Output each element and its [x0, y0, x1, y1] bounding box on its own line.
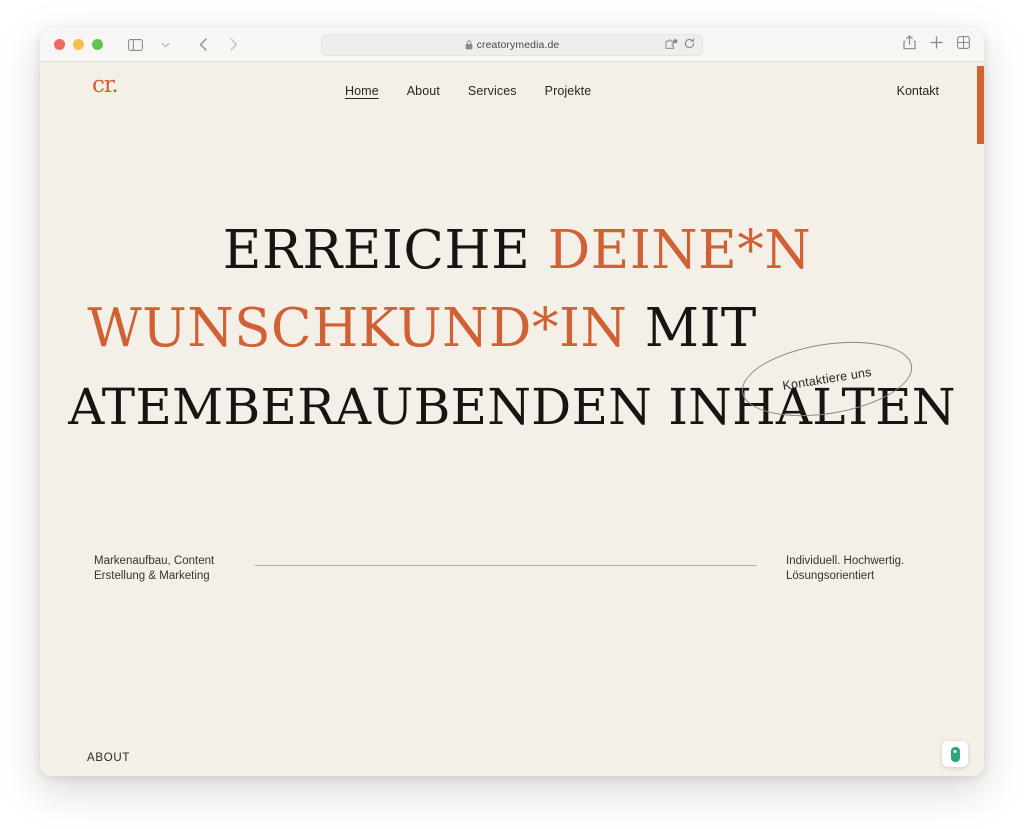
nav-link-about[interactable]: About — [407, 84, 440, 98]
nav-link-services[interactable]: Services — [468, 84, 517, 98]
address-bar-right-icons — [665, 35, 695, 55]
hero-subrow: Markenaufbau, Content Erstellung & Marke… — [40, 554, 984, 594]
subtitle-left-line-2: Erstellung & Marketing — [94, 570, 210, 582]
site-navigation: cr. Home About Services Projekte Kontakt — [40, 62, 984, 122]
horizontal-divider — [255, 565, 757, 566]
nav-link-projekte[interactable]: Projekte — [545, 84, 592, 98]
subtitle-left: Markenaufbau, Content Erstellung & Marke… — [94, 554, 214, 584]
sidebar-icon[interactable] — [123, 34, 147, 56]
address-bar-url: creatorymedia.de — [476, 39, 560, 51]
nav-link-home[interactable]: Home — [345, 84, 379, 98]
tab-overview-icon[interactable] — [957, 35, 970, 54]
page-scrollbar[interactable] — [977, 62, 984, 776]
minimize-window-button[interactable] — [73, 39, 84, 50]
site-logo[interactable]: cr. — [92, 72, 119, 98]
headline-line-1: ERREICHE DEINE*N — [40, 212, 984, 290]
page-viewport: cr. Home About Services Projekte Kontakt… — [40, 62, 984, 776]
chevron-down-icon[interactable] — [153, 34, 177, 56]
toolbar-right-icons — [903, 28, 970, 61]
share-icon[interactable] — [903, 34, 916, 55]
reload-icon[interactable] — [684, 36, 695, 54]
address-bar-container: creatorymedia.de — [321, 34, 703, 56]
privacy-shield-glyph — [950, 746, 960, 762]
about-section-label[interactable]: ABOUT — [87, 752, 130, 764]
subtitle-right-line-1: Individuell. Hochwertig. — [786, 555, 905, 567]
browser-window: creatorymedia.de cr. Home About Services… — [40, 28, 984, 776]
subtitle-left-line-1: Markenaufbau, Content — [94, 555, 215, 567]
nav-links: Home About Services Projekte — [345, 84, 591, 98]
privacy-shield-icon[interactable] — [942, 741, 968, 767]
kontaktiere-uns-badge-label: Kontaktiere uns — [781, 365, 873, 393]
lock-icon — [465, 40, 473, 50]
toolbar-left-icons — [123, 34, 245, 56]
nav-link-kontakt[interactable]: Kontakt — [897, 84, 939, 98]
puzzle-extension-icon[interactable] — [665, 36, 678, 54]
browser-toolbar: creatorymedia.de — [40, 28, 984, 62]
screenshot-root: creatorymedia.de cr. Home About Services… — [0, 0, 1024, 829]
maximize-window-button[interactable] — [92, 39, 103, 50]
subtitle-right-line-2: Lösungsorientiert — [786, 570, 875, 582]
headline-line-1-dark: ERREICHE — [222, 220, 531, 281]
address-bar-content: creatorymedia.de — [465, 39, 560, 51]
close-window-button[interactable] — [54, 39, 65, 50]
window-controls — [54, 39, 103, 50]
page-scrollbar-thumb[interactable] — [977, 66, 984, 144]
plus-icon[interactable] — [930, 35, 943, 54]
chevron-left-icon[interactable] — [191, 34, 215, 56]
chevron-right-icon[interactable] — [221, 34, 245, 56]
headline-line-1-accent: DEINE*N — [547, 220, 812, 281]
headline-line-2-accent: WUNSCHKUND*IN — [87, 298, 628, 359]
address-bar[interactable]: creatorymedia.de — [321, 34, 703, 56]
subtitle-right: Individuell. Hochwertig. Lösungsorientie… — [786, 554, 904, 584]
headline-line-2-dark: MIT — [644, 298, 757, 359]
